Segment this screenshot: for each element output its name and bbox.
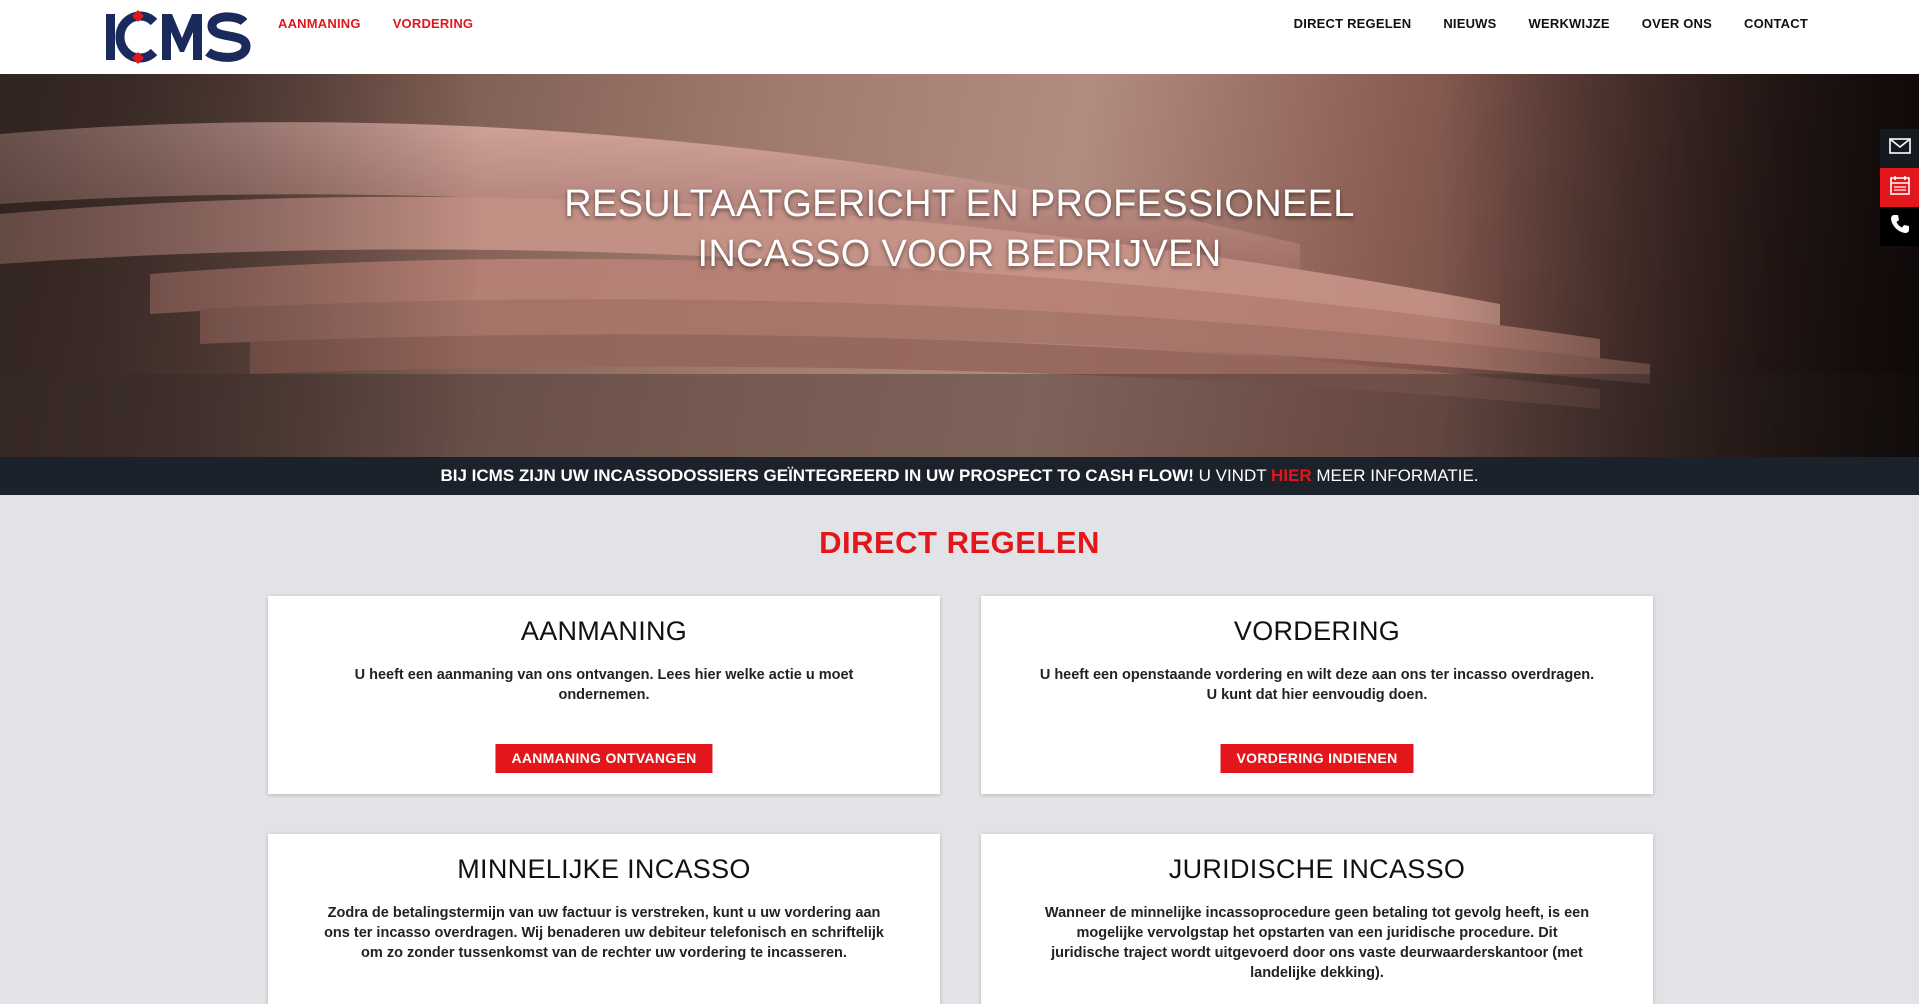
banner-text-before: U VINDT <box>1193 466 1272 485</box>
side-mail-button[interactable] <box>1880 129 1919 168</box>
card-title: MINNELIJKE INCASSO <box>457 854 751 884</box>
info-banner: BIJ ICMS ZIJN UW INCASSODOSSIERS GEÏNTEG… <box>0 457 1919 495</box>
vordering-indienen-button[interactable]: VORDERING INDIENEN <box>1220 744 1414 773</box>
hero-title-line-1: RESULTAATGERICHT EN PROFESSIONEEL <box>564 183 1355 225</box>
site-header: AANMANING VORDERING DIRECT REGELEN NIEUW… <box>0 0 1919 74</box>
banner-hier-link[interactable]: HIER <box>1271 466 1312 485</box>
card-text: U heeft een aanmaning van ons ontvangen.… <box>354 667 854 703</box>
nav-link-over-ons[interactable]: OVER ONS <box>1642 16 1712 31</box>
card-juridische-incasso: JURIDISCHE INCASSO Wanneer de minnelijke… <box>981 834 1653 1004</box>
side-phone-button[interactable] <box>1880 207 1919 246</box>
nav-link-nieuws[interactable]: NIEUWS <box>1443 16 1496 31</box>
mail-icon <box>1888 138 1911 159</box>
aanmaning-ontvangen-button[interactable]: AANMANING ONTVANGEN <box>495 744 713 773</box>
nav-link-aanmaning[interactable]: AANMANING <box>278 16 361 31</box>
card-text: Wanneer de minnelijke incassoprocedure g… <box>1044 905 1590 981</box>
side-contact-widgets <box>1880 129 1919 246</box>
card-aanmaning: AANMANING U heeft een aanmaning van ons … <box>268 596 940 794</box>
primary-nav-left: AANMANING VORDERING <box>278 16 473 31</box>
side-calendar-button[interactable] <box>1880 168 1919 207</box>
nav-link-contact[interactable]: CONTACT <box>1744 16 1808 31</box>
card-vordering: VORDERING U heeft een openstaande vorder… <box>981 596 1653 794</box>
primary-nav-right: DIRECT REGELEN NIEUWS WERKWIJZE OVER ONS… <box>1294 16 1808 31</box>
card-title: VORDERING <box>1233 616 1401 646</box>
icms-logo[interactable] <box>104 8 254 66</box>
hero-banner: RESULTAATGERICHT EN PROFESSIONEEL INCASS… <box>0 74 1919 457</box>
nav-link-direct-regelen[interactable]: DIRECT REGELEN <box>1294 16 1412 31</box>
banner-text-after: MEER INFORMATIE. <box>1311 466 1479 485</box>
banner-bold-text: BIJ ICMS ZIJN UW INCASSODOSSIERS GEÏNTEG… <box>440 466 1194 485</box>
card-text: U heeft een openstaande vordering en wil… <box>1039 667 1595 703</box>
nav-link-werkwijze[interactable]: WERKWIJZE <box>1529 16 1610 31</box>
card-title: JURIDISCHE INCASSO <box>1168 854 1466 884</box>
card-minnelijke-incasso: MINNELIJKE INCASSO Zodra de betalingster… <box>268 834 940 1004</box>
hero-title-line-2: INCASSO VOOR BEDRIJVEN <box>697 233 1222 275</box>
card-title: AANMANING <box>520 616 688 646</box>
hero-title: RESULTAATGERICHT EN PROFESSIONEEL INCASS… <box>0 179 1919 279</box>
section-title: DIRECT REGELEN <box>819 525 1100 560</box>
nav-link-vordering[interactable]: VORDERING <box>393 16 474 31</box>
calendar-icon <box>1889 175 1910 200</box>
card-text: Zodra de betalingstermijn van uw factuur… <box>324 905 884 961</box>
phone-icon <box>1890 214 1910 239</box>
